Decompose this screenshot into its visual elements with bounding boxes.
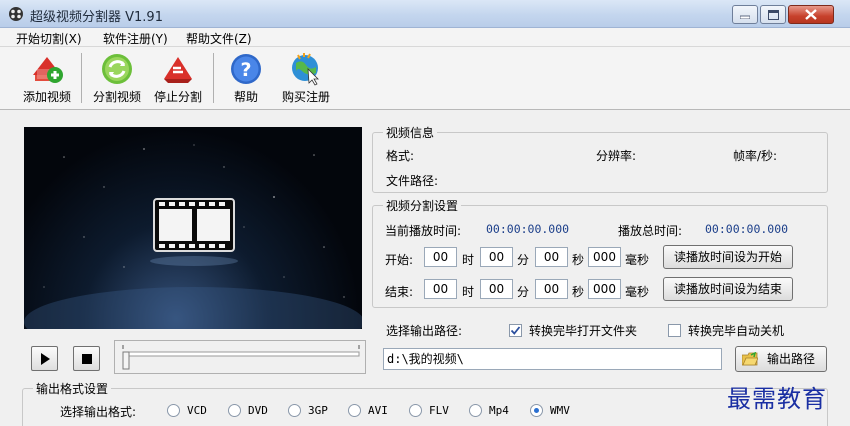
file-path-label: 文件路径: (386, 174, 439, 188)
output-path-label: 选择输出路径: (386, 324, 463, 338)
help-question-icon: ? (231, 54, 261, 84)
format-label-avi: AVI (368, 404, 388, 417)
help-button[interactable]: ? 帮助 (225, 51, 267, 107)
format-radio-3gp[interactable] (288, 404, 301, 417)
video-placeholder-film-icon (24, 144, 362, 329)
split-video-icon (102, 54, 132, 84)
total-time-value: 00:00:00.000 (705, 222, 789, 236)
set-end-button[interactable]: 读播放时间设为结束 (663, 277, 793, 301)
menu-help-file[interactable]: 帮助文件(Z) (186, 30, 252, 47)
select-format-label: 选择输出格式: (60, 405, 137, 419)
menu-register[interactable]: 软件注册(Y) (103, 30, 168, 47)
end-minute-unit: 分 (517, 285, 530, 299)
resolution-label: 分辨率: (596, 149, 637, 163)
current-time-label: 当前播放时间: (385, 224, 462, 238)
stop-split-label: 停止分割 (153, 90, 202, 104)
minimize-button[interactable] (732, 5, 758, 24)
output-path-input[interactable]: d:\我的视频\ (383, 348, 722, 370)
seek-track (122, 345, 360, 370)
start-label: 开始: (385, 253, 414, 267)
toolbar: 添加视频 分割视频 停止分割 ? 帮助 购买注册 (0, 47, 850, 110)
format-label-vcd: VCD (187, 404, 207, 417)
format-label-dvd: DVD (248, 404, 268, 417)
set-start-button[interactable]: 读播放时间设为开始 (663, 245, 793, 269)
checkmark-icon (510, 326, 521, 335)
stop-icon (81, 353, 92, 364)
buy-register-button[interactable]: 购买注册 (277, 51, 335, 107)
menu-start-cut[interactable]: 开始切割(X) (16, 30, 82, 47)
open-folder-checkbox[interactable] (509, 324, 522, 337)
help-label: 帮助 (233, 90, 258, 104)
stop-split-button[interactable]: 停止分割 (149, 51, 207, 107)
start-hour-input[interactable]: 00 (424, 247, 457, 267)
auto-shutdown-label: 转换完毕自动关机 (688, 324, 785, 338)
end-second-unit: 秒 (572, 285, 585, 299)
window-title: 超级视频分割器 V1.91 (30, 10, 163, 25)
video-info-title: 视频信息 (383, 124, 438, 141)
close-icon (805, 9, 817, 20)
format-label-mp4: Mp4 (489, 404, 509, 417)
end-ms-input[interactable]: 000 (588, 279, 621, 299)
current-time-value: 00:00:00.000 (486, 222, 570, 236)
output-path-button-label: 输出路径 (766, 352, 815, 366)
format-radio-vcd[interactable] (167, 404, 180, 417)
svg-text:?: ? (240, 59, 251, 81)
watermark-text: 最需教育 (727, 385, 827, 413)
format-radio-dvd[interactable] (228, 404, 241, 417)
format-radio-mp4[interactable] (469, 404, 482, 417)
end-second-input[interactable]: 00 (535, 279, 568, 299)
end-ms-unit: 毫秒 (625, 285, 650, 299)
video-preview (24, 127, 362, 329)
menu-bar: 开始切割(X) 软件注册(Y) 帮助文件(Z) (0, 28, 850, 47)
split-video-button[interactable]: 分割视频 (88, 51, 146, 107)
start-ms-unit: 毫秒 (625, 253, 650, 267)
app-film-reel-icon (9, 7, 23, 21)
end-hour-unit: 时 (462, 285, 475, 299)
end-hour-input[interactable]: 00 (424, 279, 457, 299)
seek-bar[interactable] (114, 340, 366, 374)
end-label: 结束: (385, 285, 414, 299)
output-path-button[interactable]: 输出路径 (735, 346, 827, 372)
format-radio-avi[interactable] (348, 404, 361, 417)
open-folder-label: 转换完毕打开文件夹 (529, 324, 638, 338)
format-label: 格式: (386, 149, 415, 163)
buy-register-label: 购买注册 (281, 90, 330, 104)
split-video-label: 分割视频 (92, 90, 141, 104)
toolbar-separator (213, 53, 214, 103)
start-second-unit: 秒 (572, 253, 585, 267)
play-icon (40, 352, 50, 365)
format-radio-wmv[interactable] (530, 404, 543, 417)
buy-globe-icon (292, 53, 319, 86)
fps-label: 帧率/秒: (733, 149, 778, 163)
add-video-label: 添加视频 (22, 90, 71, 104)
maximize-icon (767, 9, 779, 20)
format-label-flv: FLV (429, 404, 449, 417)
start-ms-input[interactable]: 000 (588, 247, 621, 267)
play-button[interactable] (31, 346, 58, 371)
folder-icon (742, 352, 758, 366)
end-minute-input[interactable]: 00 (480, 279, 513, 299)
total-time-label: 播放总时间: (618, 224, 683, 238)
format-radio-flv[interactable] (409, 404, 422, 417)
close-button[interactable] (788, 5, 834, 24)
minimize-icon (740, 15, 750, 19)
start-minute-input[interactable]: 00 (480, 247, 513, 267)
start-minute-unit: 分 (517, 253, 530, 267)
stop-button[interactable] (73, 346, 100, 371)
maximize-button[interactable] (760, 5, 786, 24)
auto-shutdown-checkbox[interactable] (668, 324, 681, 337)
format-label-wmv: WMV (550, 404, 570, 417)
split-settings-title: 视频分割设置 (383, 197, 462, 214)
format-settings-group: 输出格式设置 (22, 380, 828, 426)
stop-split-icon (164, 57, 192, 83)
format-settings-title: 输出格式设置 (33, 380, 112, 397)
format-label-3gp: 3GP (308, 404, 328, 417)
start-hour-unit: 时 (462, 253, 475, 267)
add-video-button[interactable]: 添加视频 (18, 51, 76, 107)
title-bar: 超级视频分割器 V1.91 (0, 0, 850, 28)
add-video-icon (33, 57, 63, 83)
toolbar-separator (81, 53, 82, 103)
start-second-input[interactable]: 00 (535, 247, 568, 267)
